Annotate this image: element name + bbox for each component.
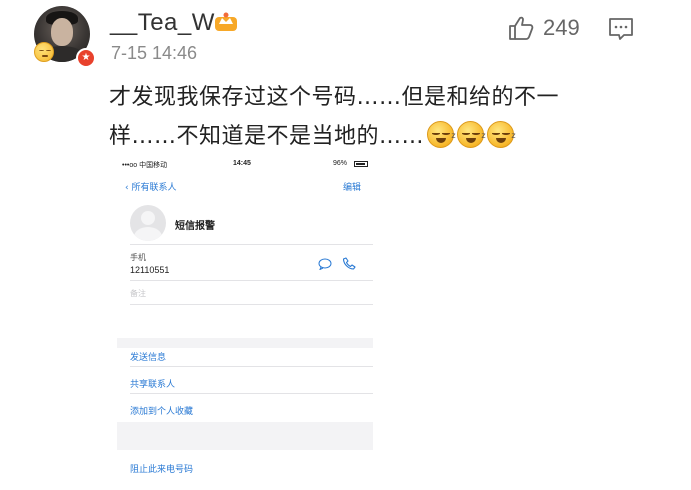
send-message-button[interactable]: 发送信息 [130, 350, 166, 363]
chevron-left-icon: ‹ [125, 183, 129, 193]
section-spacer [117, 422, 373, 450]
edit-button[interactable]: 编辑 [343, 180, 361, 193]
reply-icon[interactable] [606, 14, 636, 44]
sleepy-emoji-icon: z [487, 121, 516, 148]
comment-text: 才发现我保存过这个号码……但是和给的不一 样……不知道是不是当地的…… z z z [109, 78, 579, 156]
block-caller-button[interactable]: 阻止此来电号码 [130, 462, 193, 475]
carrier-label: •••oo 中国移动 [122, 162, 168, 169]
like-button[interactable]: 249 [507, 12, 603, 44]
divider [130, 244, 373, 245]
phone-call-icon[interactable] [343, 257, 356, 270]
sleepy-emoji-icon: z [457, 121, 486, 148]
avatar-face [51, 18, 73, 46]
share-contact-button[interactable]: 共享联系人 [130, 377, 175, 390]
back-label: 所有联系人 [131, 183, 177, 193]
thumbs-up-icon [509, 16, 534, 40]
like-count: 249 [543, 15, 580, 40]
message-icon[interactable] [318, 258, 332, 270]
battery-icon [354, 161, 368, 167]
vip-crown-icon [215, 12, 237, 31]
add-to-favorites-button[interactable]: 添加到个人收藏 [130, 404, 193, 417]
battery-percent: 96% [333, 160, 348, 167]
status-time: 14:45 [233, 160, 251, 167]
status-bar: •••oo 中国移动 14:45 96% [117, 156, 373, 172]
comment-line-2-text: 样……不知道是不是当地的…… [109, 124, 425, 149]
notes-label: 备注 [130, 289, 146, 298]
attached-phone-screenshot[interactable]: •••oo 中国移动 14:45 96% ‹ 所有联系人 编辑 短信报警 手机 … [117, 156, 373, 490]
divider [130, 366, 373, 367]
divider [130, 304, 373, 305]
sleepy-emoji-icon: z [427, 121, 456, 148]
divider [130, 393, 373, 394]
contact-avatar [130, 205, 166, 241]
phone-number[interactable]: 12110551 [130, 265, 169, 275]
section-spacer [117, 338, 373, 348]
comment-line-2: 样……不知道是不是当地的…… z z z [109, 117, 579, 156]
contact-name: 短信报警 [175, 221, 215, 232]
username[interactable]: __Tea_W [110, 9, 215, 37]
sleepy-face-icon [34, 42, 54, 62]
phone-field-label: 手机 [130, 253, 146, 262]
verified-icon: ★ [76, 48, 96, 68]
back-to-contacts-button[interactable]: ‹ 所有联系人 [125, 180, 177, 193]
divider [130, 280, 373, 281]
comment-timestamp: 7-15 14:46 [111, 43, 198, 63]
comment-line-1: 才发现我保存过这个号码……但是和给的不一 [109, 85, 560, 110]
